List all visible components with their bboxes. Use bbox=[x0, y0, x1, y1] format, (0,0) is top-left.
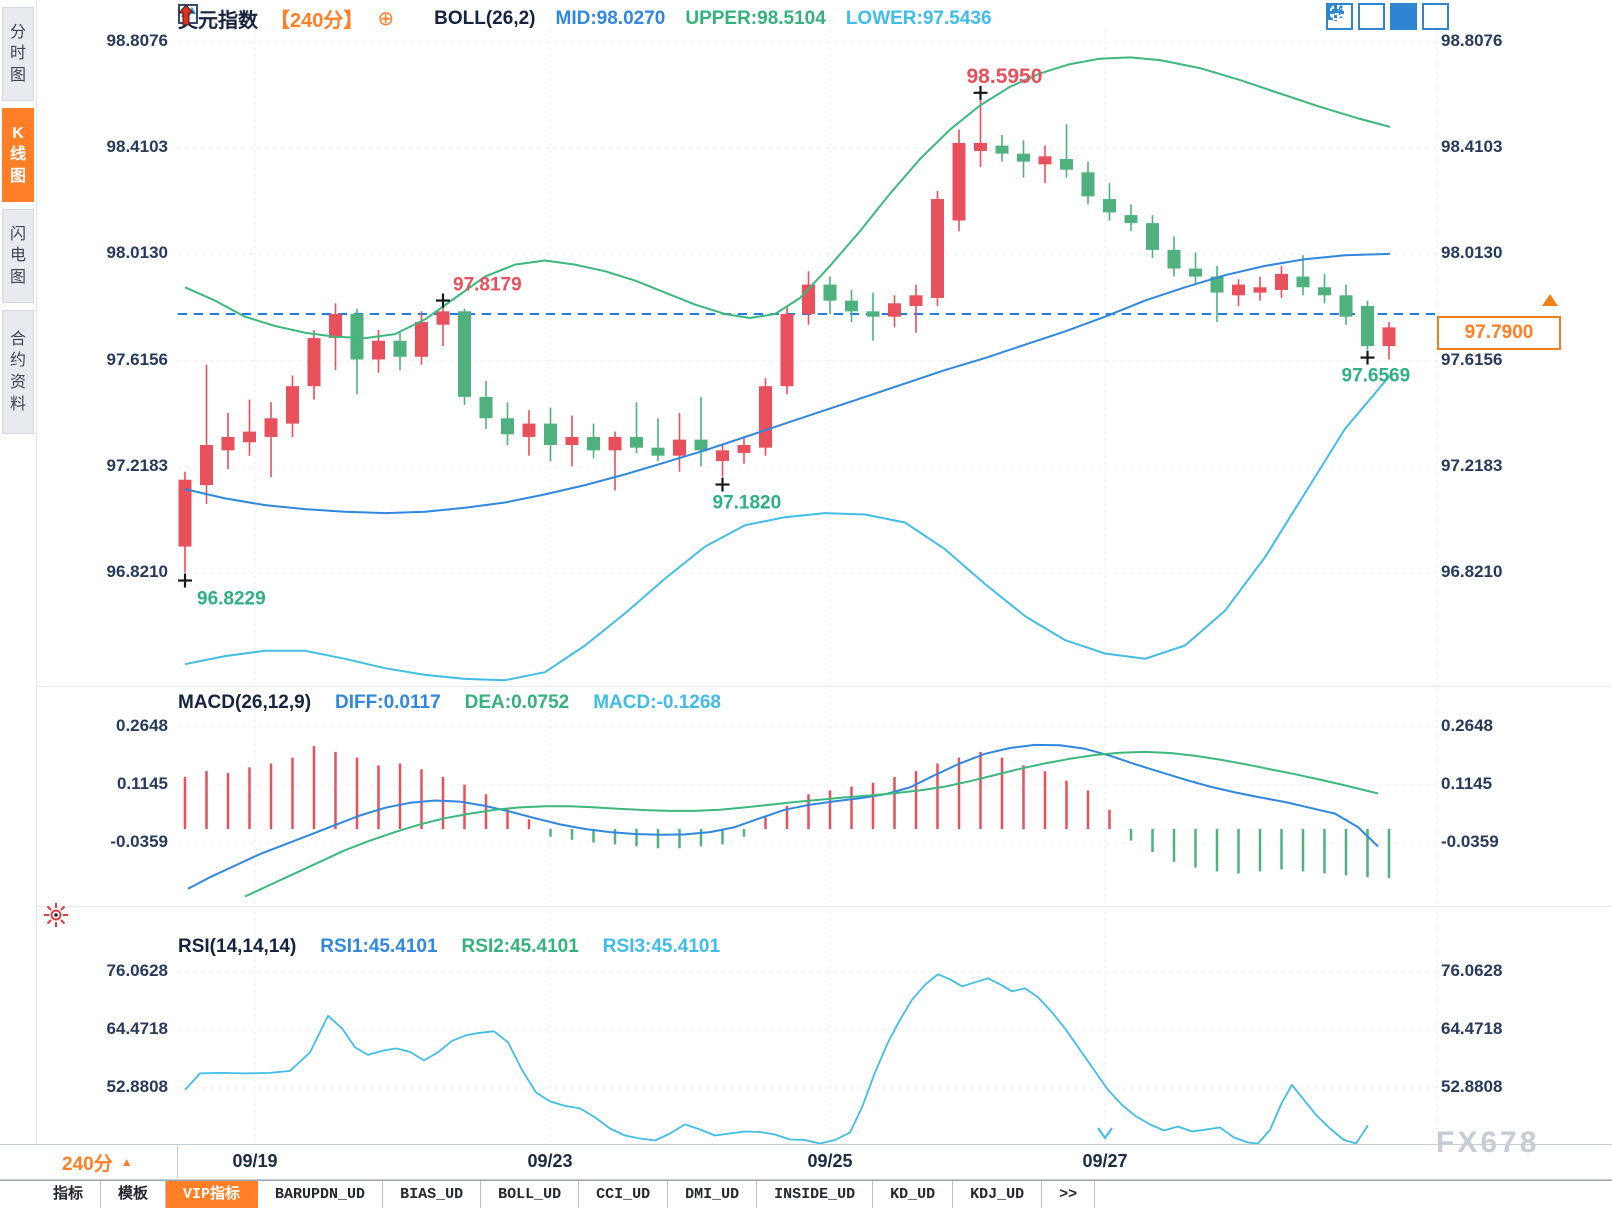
bottom-tab-tab1[interactable]: 模板 bbox=[101, 1181, 166, 1208]
bottom-tab-barupdnud[interactable]: BARUPDN_UD bbox=[258, 1181, 383, 1208]
pan-right-icon[interactable] bbox=[1422, 3, 1449, 30]
axis-range-icon[interactable] bbox=[1358, 3, 1385, 30]
bottom-tab-kdjud[interactable]: KDJ_UD bbox=[953, 1181, 1042, 1208]
svg-text:97.8179: 97.8179 bbox=[453, 275, 522, 296]
chart-toolbar bbox=[1326, 3, 1449, 30]
svg-text:96.8229: 96.8229 bbox=[197, 589, 266, 610]
svg-text:97.6569: 97.6569 bbox=[1342, 366, 1411, 387]
bottom-tab-vip[interactable]: VIP指标 bbox=[166, 1181, 258, 1208]
last-price-value: 97.7900 bbox=[1465, 322, 1534, 344]
svg-text:97.1820: 97.1820 bbox=[713, 493, 782, 514]
pane-separator bbox=[36, 686, 1612, 687]
bottom-tab-biasud[interactable]: BIAS_UD bbox=[383, 1181, 481, 1208]
period-selector[interactable]: 240分 ▲ bbox=[36, 1145, 178, 1179]
svg-text:98.5950: 98.5950 bbox=[967, 65, 1043, 88]
timeline-strip bbox=[0, 1144, 1612, 1180]
chart-application: 分时图 K线图 闪电图 合约资料 98.595097.817997.182096… bbox=[0, 0, 1612, 1208]
pane-separator bbox=[36, 906, 1612, 907]
bottom-tab-dmiud[interactable]: DMI_UD bbox=[668, 1181, 757, 1208]
bottom-tab-tab11[interactable]: >> bbox=[1042, 1181, 1095, 1208]
chevron-up-icon: ▲ bbox=[121, 1155, 133, 1169]
add-indicator-icon[interactable]: ⊕ bbox=[377, 6, 394, 31]
bottom-tab-cciud[interactable]: CCI_UD bbox=[579, 1181, 668, 1208]
bottom-tab-kdud[interactable]: KD_UD bbox=[873, 1181, 953, 1208]
bottom-tab-bollud[interactable]: BOLL_UD bbox=[481, 1181, 579, 1208]
period-value: 240分 bbox=[62, 1149, 113, 1176]
chart-canvas[interactable]: 98.5950 97.8179 97.1820 96.8229 97.6569 bbox=[0, 0, 1612, 1208]
bottom-tab-tab0[interactable]: 指标 bbox=[36, 1181, 101, 1208]
bottom-tab-insideud[interactable]: INSIDE_UD bbox=[757, 1181, 873, 1208]
axis-auto-scale-icon[interactable] bbox=[1390, 3, 1417, 30]
last-price-box: 97.7900 bbox=[1437, 316, 1561, 350]
indicator-tabbar: 指标模板VIP指标BARUPDN_UDBIAS_UDBOLL_UDCCI_UDD… bbox=[0, 1180, 1612, 1208]
